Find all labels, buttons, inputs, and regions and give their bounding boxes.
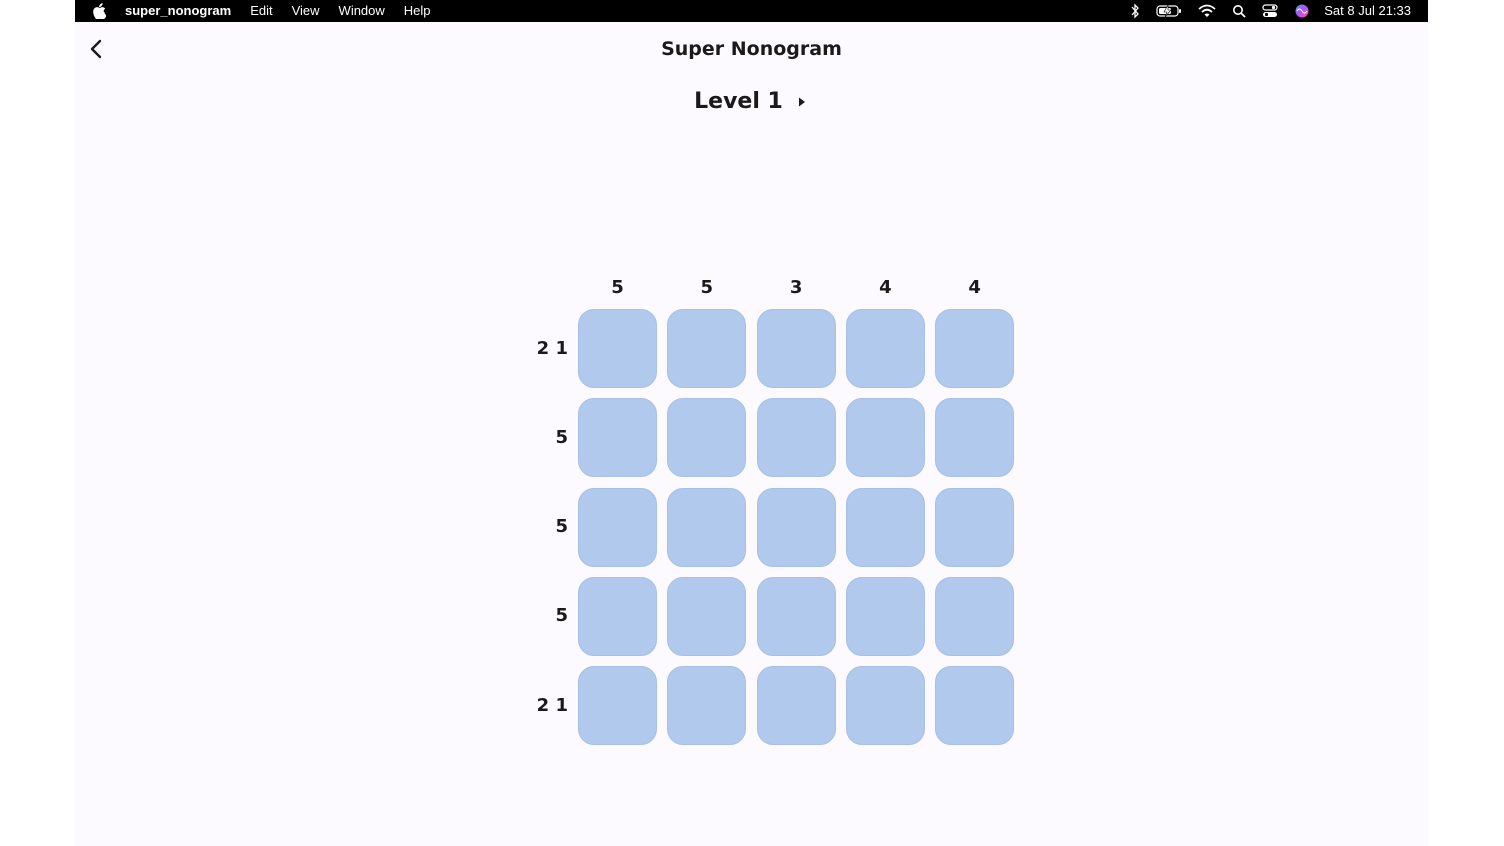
menu-window[interactable]: Window — [339, 0, 385, 22]
apple-logo-icon[interactable] — [92, 3, 106, 19]
grid-cell[interactable] — [667, 666, 747, 746]
menu-edit[interactable]: Edit — [250, 0, 272, 22]
grid-cell[interactable] — [578, 576, 657, 656]
grid-cell[interactable] — [578, 309, 657, 388]
column-clue: 5 — [611, 277, 624, 298]
grid-cell[interactable] — [935, 398, 1015, 478]
siri-icon[interactable] — [1294, 3, 1310, 19]
column-clue: 5 — [700, 277, 714, 298]
grid-cell[interactable] — [756, 576, 836, 656]
wifi-icon[interactable] — [1198, 3, 1216, 19]
menu-items: super_nonogram Edit View Window Help — [125, 0, 450, 22]
grid-cell[interactable] — [667, 398, 747, 478]
grid-cell[interactable] — [667, 309, 747, 388]
column-clue: 4 — [968, 277, 981, 298]
status-area: Sat 8 Jul 21:33 — [1114, 0, 1411, 22]
grid-cell[interactable] — [578, 398, 657, 478]
grid-cell[interactable] — [845, 576, 925, 656]
row-clue: 5 — [555, 605, 568, 627]
menu-help[interactable]: Help — [404, 0, 431, 22]
grid-cell[interactable] — [845, 398, 925, 478]
column-clue: 4 — [879, 277, 892, 298]
grid-cell[interactable] — [756, 666, 836, 746]
row-clue: 2 1 — [536, 694, 568, 716]
search-icon[interactable] — [1232, 3, 1246, 19]
row-clue: 5 — [555, 426, 568, 448]
bluetooth-icon[interactable] — [1130, 3, 1140, 19]
row-clue: 2 1 — [536, 337, 568, 359]
grid-cell[interactable] — [667, 576, 747, 656]
grid-cell[interactable] — [935, 309, 1015, 388]
battery-charging-icon[interactable] — [1156, 3, 1182, 19]
grid-cell[interactable] — [578, 666, 657, 746]
grid-cell[interactable] — [667, 487, 747, 567]
menu-bar: super_nonogram Edit View Window Help Sat… — [75, 0, 1428, 22]
row-clue: 5 — [555, 516, 568, 538]
grid-cell[interactable] — [845, 309, 925, 388]
grid-cell[interactable] — [845, 487, 925, 567]
next-level-arrow-icon[interactable] — [795, 95, 809, 109]
grid-cell[interactable] — [756, 309, 836, 388]
grid-cell[interactable] — [935, 666, 1015, 746]
grid-cell[interactable] — [845, 666, 925, 746]
level-selector: Level 1 — [75, 87, 1428, 117]
grid-cell[interactable] — [578, 487, 657, 567]
menu-app-name[interactable]: super_nonogram — [125, 0, 231, 22]
grid-cell[interactable] — [935, 576, 1015, 656]
column-clue: 3 — [789, 277, 803, 298]
grid-cell[interactable] — [935, 487, 1015, 567]
grid-cell[interactable] — [756, 487, 836, 567]
menubar-clock[interactable]: Sat 8 Jul 21:33 — [1324, 0, 1411, 22]
menu-view[interactable]: View — [292, 0, 320, 22]
grid-cell[interactable] — [756, 398, 836, 478]
page-title: Super Nonogram — [661, 38, 842, 60]
control-center-icon[interactable] — [1262, 3, 1278, 19]
level-title: Level 1 — [694, 89, 783, 114]
app-window: super_nonogram Edit View Window Help Sat… — [75, 0, 1428, 846]
